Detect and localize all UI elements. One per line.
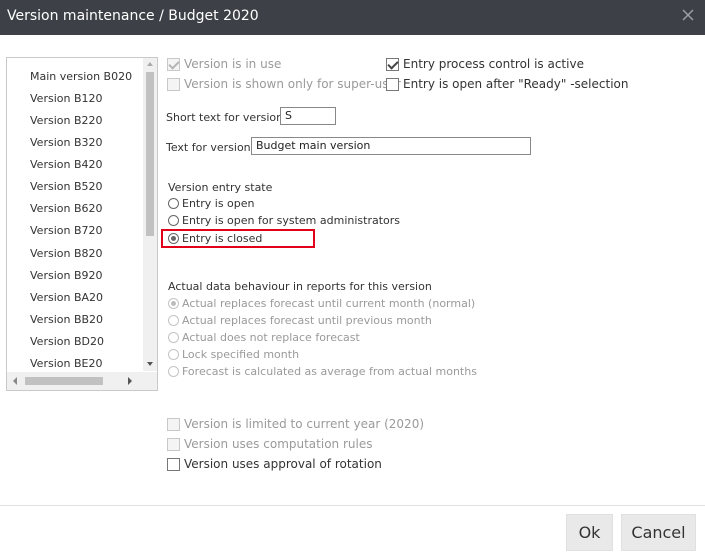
radio-label: Entry is open for system administrators xyxy=(182,214,401,227)
version-list-item[interactable]: Version B920 xyxy=(30,269,103,282)
radio-dot[interactable] xyxy=(168,298,179,309)
version-list-item[interactable]: Version B420 xyxy=(30,158,103,171)
limited-year-checkbox[interactable]: Version is limited to current year (2020… xyxy=(167,417,424,431)
scroll-up-icon[interactable] xyxy=(147,62,153,66)
close-icon[interactable] xyxy=(681,8,695,22)
checkbox-box[interactable] xyxy=(386,77,399,91)
version-list-item[interactable]: Version B720 xyxy=(30,224,103,237)
actual-behaviour-heading: Actual data behaviour in reports for thi… xyxy=(168,280,432,293)
version-list-item[interactable]: Version B620 xyxy=(30,202,103,215)
radio-label: Lock specified month xyxy=(182,348,300,361)
horizontal-scroll-thumb[interactable] xyxy=(25,377,103,385)
version-list-item[interactable]: Version BD20 xyxy=(30,335,104,348)
selection-highlight xyxy=(161,229,315,248)
checkbox-box[interactable] xyxy=(167,457,180,471)
super-user-checkbox[interactable]: Version is shown only for super-user xyxy=(167,77,401,91)
open-after-ready-label: Entry is open after "Ready" -selection xyxy=(403,77,629,91)
checkbox-box[interactable] xyxy=(167,57,180,71)
checkbox-box[interactable] xyxy=(167,437,180,451)
radio-label: Actual replaces forecast until previous … xyxy=(182,314,432,327)
actual-current-month-radio[interactable]: Actual replaces forecast until current m… xyxy=(168,297,475,310)
vertical-scroll-thumb[interactable] xyxy=(146,72,154,236)
version-list-item[interactable]: Version B220 xyxy=(30,114,103,127)
version-list-item[interactable]: Version B520 xyxy=(30,180,103,193)
entry-open-admins-radio[interactable]: Entry is open for system administrators xyxy=(168,214,400,227)
radio-label: Actual does not replace forecast xyxy=(182,331,360,344)
checkbox-box[interactable] xyxy=(167,417,180,431)
super-user-label: Version is shown only for super-user xyxy=(184,77,401,91)
cancel-button[interactable]: Cancel xyxy=(621,514,696,551)
in-use-label: Version is in use xyxy=(184,57,282,71)
open-after-ready-checkbox[interactable]: Entry is open after "Ready" -selection xyxy=(386,77,628,91)
in-use-checkbox[interactable]: Version is in use xyxy=(167,57,281,71)
text-input[interactable] xyxy=(251,137,531,155)
radio-dot[interactable] xyxy=(168,332,179,343)
checkbox-box[interactable] xyxy=(386,57,399,71)
radio-label: Entry is open xyxy=(182,197,255,210)
approval-rotation-label: Version uses approval of rotation xyxy=(184,457,382,471)
radio-label: Forecast is calculated as average from a… xyxy=(182,365,477,378)
radio-dot[interactable] xyxy=(168,349,179,360)
limited-year-label: Version is limited to current year (2020… xyxy=(184,417,425,431)
radio-dot[interactable] xyxy=(168,366,179,377)
entry-open-radio[interactable]: Entry is open xyxy=(168,197,255,210)
checkbox-box[interactable] xyxy=(167,77,180,91)
approval-rotation-checkbox[interactable]: Version uses approval of rotation xyxy=(167,457,382,471)
window-title: Version maintenance / Budget 2020 xyxy=(7,8,259,24)
actual-previous-month-radio[interactable]: Actual replaces forecast until previous … xyxy=(168,314,432,327)
process-control-checkbox[interactable]: Entry process control is active xyxy=(386,57,584,71)
short-text-input[interactable] xyxy=(280,107,336,125)
short-text-label: Short text for version: xyxy=(166,111,287,124)
radio-dot[interactable] xyxy=(168,215,179,226)
actual-no-replace-radio[interactable]: Actual does not replace forecast xyxy=(168,331,360,344)
version-list-panel: Main version B020 Version B120 Version B… xyxy=(6,57,158,391)
version-list: Main version B020 Version B120 Version B… xyxy=(7,58,143,371)
version-list-item[interactable]: Version BE20 xyxy=(30,357,102,370)
lock-month-radio[interactable]: Lock specified month xyxy=(168,348,299,361)
radio-label: Actual replaces forecast until current m… xyxy=(182,297,476,310)
title-bar: Version maintenance / Budget 2020 xyxy=(0,0,705,35)
entry-state-heading: Version entry state xyxy=(168,181,273,194)
process-control-label: Entry process control is active xyxy=(403,57,584,71)
scroll-left-icon[interactable] xyxy=(13,377,17,385)
list-horizontal-scrollbar[interactable] xyxy=(7,372,157,390)
footer-divider xyxy=(0,505,705,506)
computation-rules-checkbox[interactable]: Version uses computation rules xyxy=(167,437,372,451)
version-list-item[interactable]: Version B320 xyxy=(30,136,103,149)
scroll-down-icon[interactable] xyxy=(147,362,153,366)
radio-dot[interactable] xyxy=(168,315,179,326)
text-label: Text for version: xyxy=(166,141,255,154)
scroll-right-icon[interactable] xyxy=(128,377,132,385)
version-list-item[interactable]: Version B820 xyxy=(30,247,103,260)
version-list-item[interactable]: Version BB20 xyxy=(30,313,103,326)
version-list-item[interactable]: Main version B020 xyxy=(30,70,132,83)
list-vertical-scrollbar[interactable] xyxy=(143,58,157,371)
forecast-average-radio[interactable]: Forecast is calculated as average from a… xyxy=(168,365,477,378)
version-list-item[interactable]: Version BA20 xyxy=(30,291,103,304)
ok-button[interactable]: Ok xyxy=(566,514,613,551)
computation-rules-label: Version uses computation rules xyxy=(184,437,373,451)
radio-dot[interactable] xyxy=(168,198,179,209)
version-list-item[interactable]: Version B120 xyxy=(30,92,103,105)
